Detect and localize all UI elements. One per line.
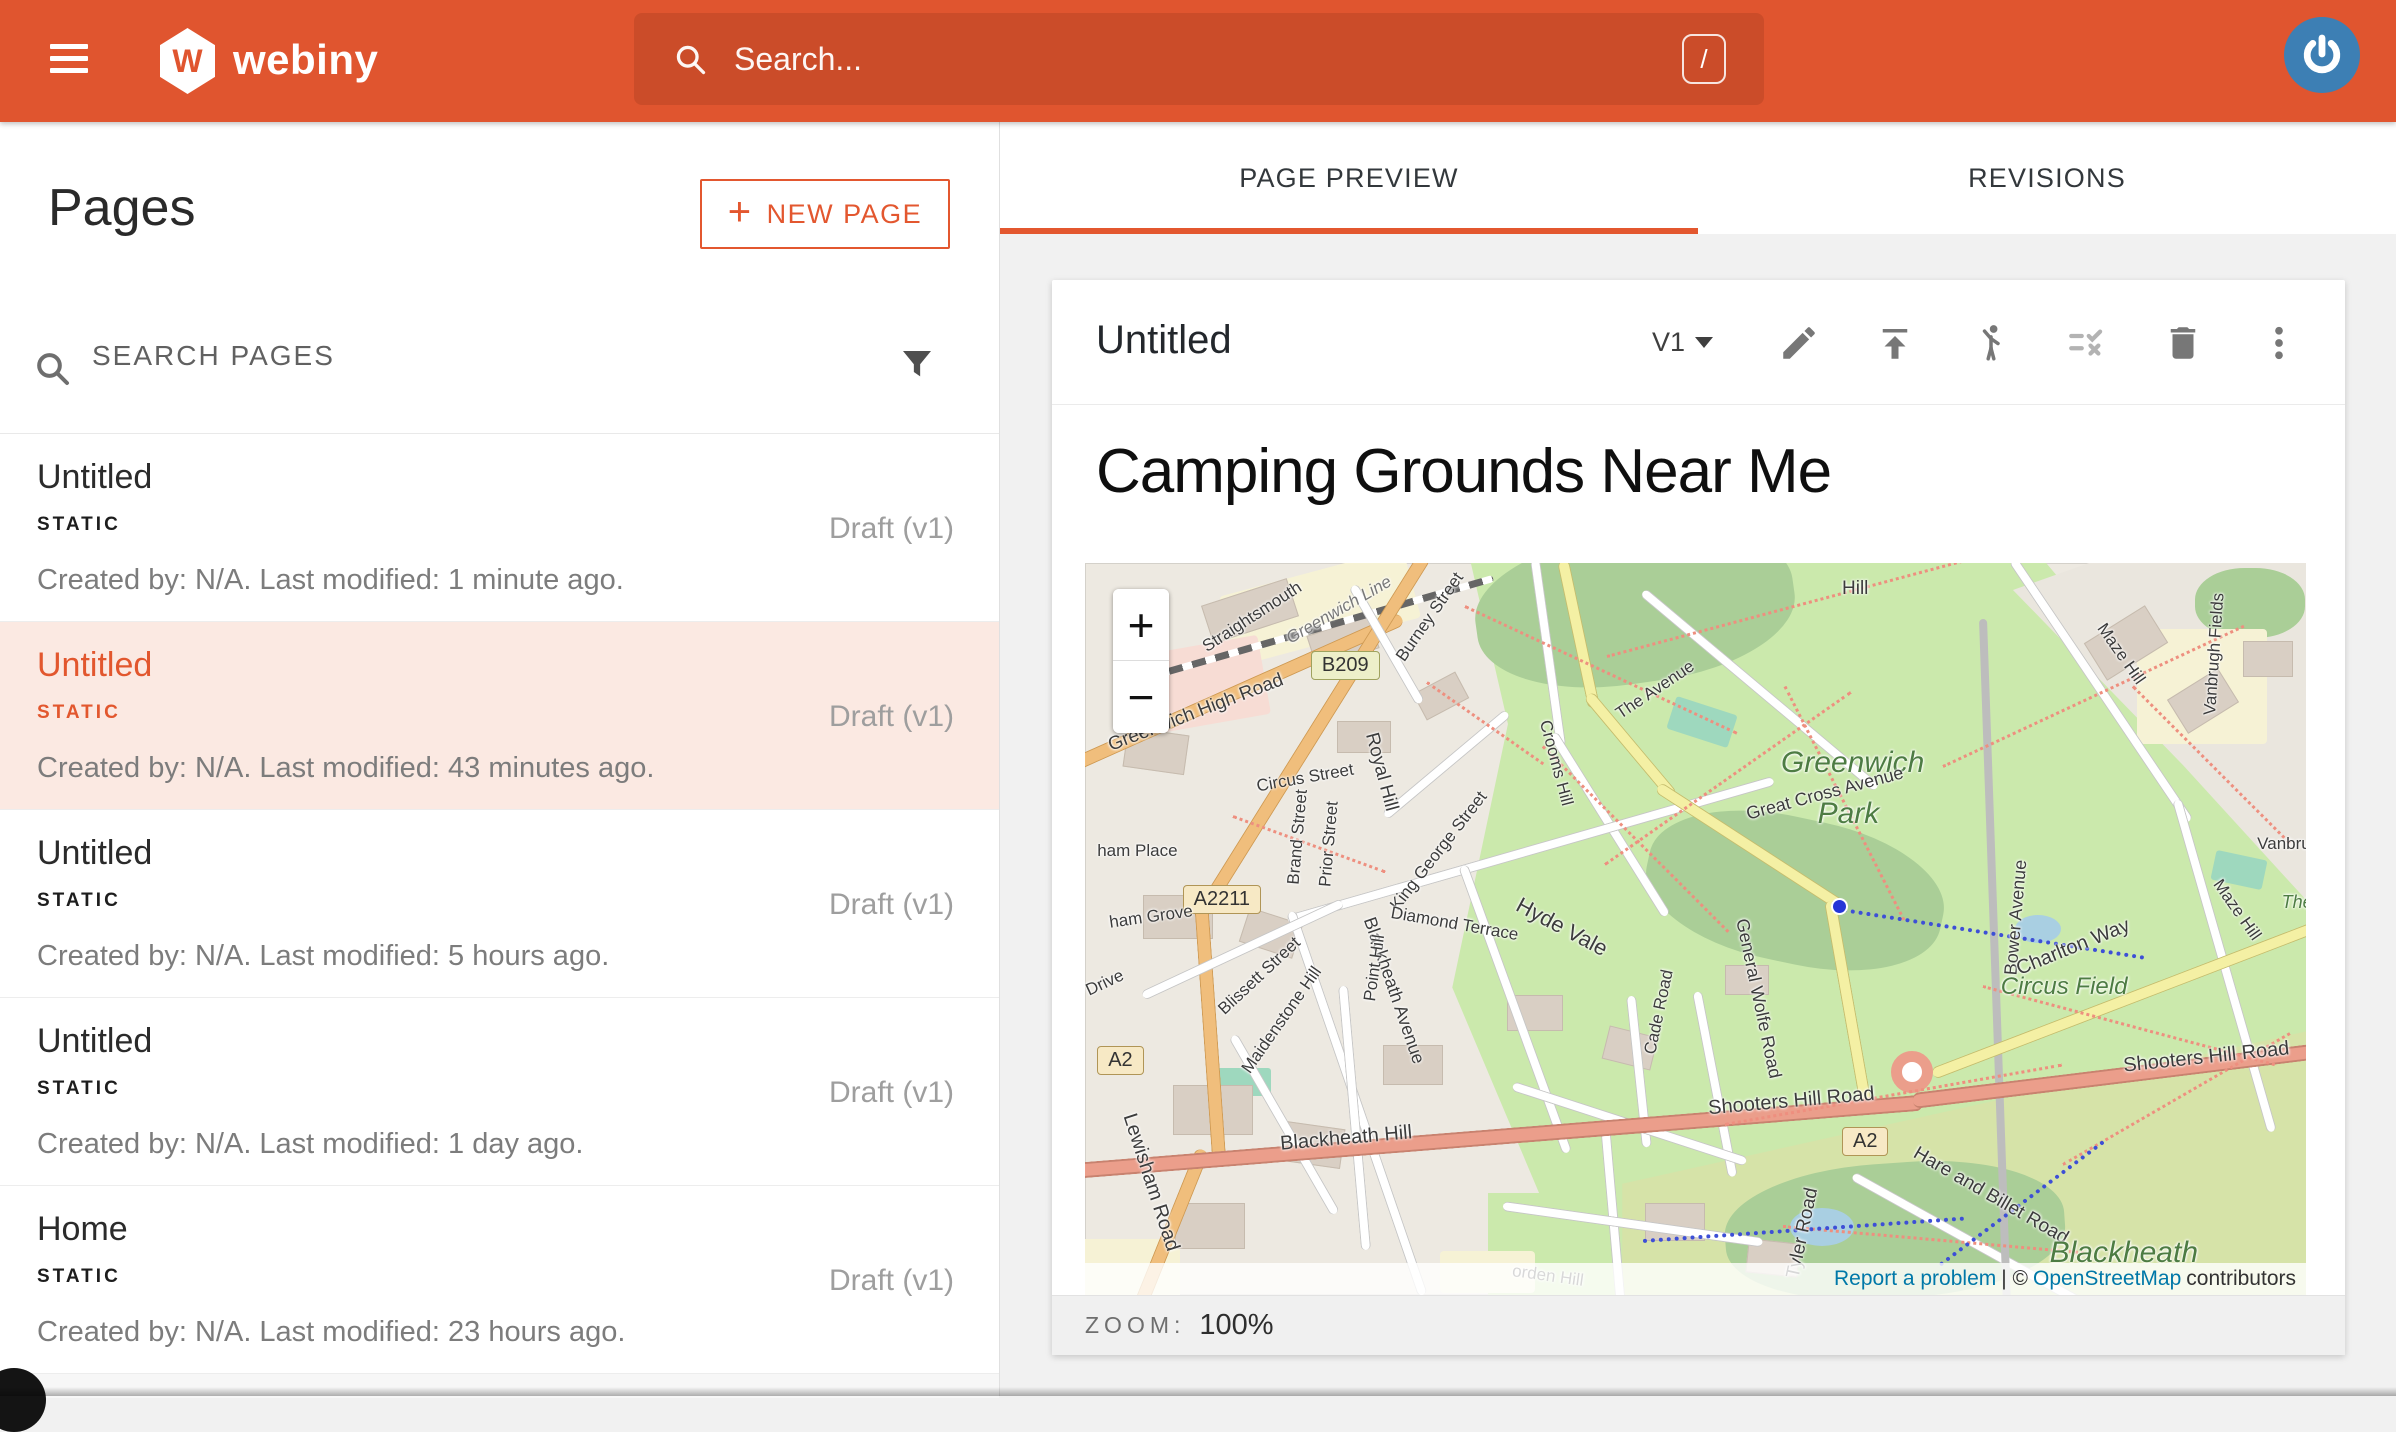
edit-button[interactable] xyxy=(1771,315,1827,371)
status-badge: Draft (v1) xyxy=(829,888,954,922)
list-item-meta: Created by: N/A. Last modified: 5 hours … xyxy=(37,940,609,973)
rule-icon xyxy=(2066,322,2108,364)
map-label: Prior Street xyxy=(1316,800,1343,887)
list-item-title: Untitled xyxy=(37,458,152,497)
map-label: Vanbrugh xyxy=(2257,834,2306,854)
map-preview[interactable]: StraightsmouthGreenwich LineBurney Stree… xyxy=(1085,563,2306,1295)
pencil-icon xyxy=(1778,322,1820,364)
filter-icon xyxy=(896,344,938,386)
map-footpath xyxy=(1232,815,1385,873)
list-item-type-badge: STATIC xyxy=(37,514,121,536)
list-item[interactable]: Untitled STATIC Draft (v1) Created by: N… xyxy=(0,622,999,810)
menu-icon[interactable] xyxy=(50,44,88,78)
page-preview-card: Untitled V1 xyxy=(1052,280,2345,1355)
list-item-meta: Created by: N/A. Last modified: 1 day ag… xyxy=(37,1128,583,1161)
tab-revisions[interactable]: REVISIONS xyxy=(1698,122,2396,234)
map-label: A2 xyxy=(1842,1127,1888,1156)
map-zoom-out-button[interactable]: − xyxy=(1113,661,1169,733)
list-item-title: Home xyxy=(37,1210,128,1249)
kebab-menu-icon xyxy=(2258,322,2300,364)
zoom-value[interactable]: 100% xyxy=(1199,1309,1273,1342)
trash-icon xyxy=(2162,322,2204,364)
request-review-button[interactable] xyxy=(1963,315,2019,371)
list-item-type-badge: STATIC xyxy=(37,702,121,724)
map-label: Drive xyxy=(1085,965,1127,1000)
map-label: Hill xyxy=(1842,578,1868,600)
pages-list-panel: Pages + NEW PAGE Untitled STATIC Draft (… xyxy=(0,122,1000,1396)
publish-button[interactable] xyxy=(1867,315,1923,371)
page-list: Untitled STATIC Draft (v1) Created by: N… xyxy=(0,434,999,1374)
attribution-separator: | © xyxy=(2001,1267,2028,1291)
list-item-type-badge: STATIC xyxy=(37,890,121,912)
list-item[interactable]: Untitled STATIC Draft (v1) Created by: N… xyxy=(0,810,999,998)
map-label: Royal Hill xyxy=(1361,730,1403,813)
global-search[interactable]: / xyxy=(634,13,1764,105)
map-label: ham Place xyxy=(1097,841,1177,861)
list-item[interactable]: Untitled STATIC Draft (v1) Created by: N… xyxy=(0,434,999,622)
map-zoom-control: + − xyxy=(1113,589,1169,733)
pages-search-row xyxy=(0,300,999,434)
page-content-heading: Camping Grounds Near Me xyxy=(1096,436,1831,507)
list-item-meta: Created by: N/A. Last modified: 23 hours… xyxy=(37,1316,625,1349)
map-label: The xyxy=(2282,892,2306,913)
list-next-row-partial xyxy=(0,1374,999,1398)
status-badge: Draft (v1) xyxy=(829,1264,954,1298)
person-icon xyxy=(1970,322,2012,364)
app-header: W webiny / xyxy=(0,0,2396,122)
status-badge: Draft (v1) xyxy=(829,700,954,734)
search-icon xyxy=(672,41,708,77)
plus-icon: + xyxy=(728,190,753,235)
new-page-button[interactable]: + NEW PAGE xyxy=(700,179,950,249)
zoom-label: ZOOM: xyxy=(1085,1312,1185,1339)
openstreetmap-link[interactable]: OpenStreetMap xyxy=(2033,1267,2181,1291)
list-item-title: Untitled xyxy=(37,646,152,685)
requested-changes-button[interactable] xyxy=(2059,315,2115,371)
list-item[interactable]: Untitled STATIC Draft (v1) Created by: N… xyxy=(0,998,999,1186)
map-label: A2 xyxy=(1097,1046,1143,1075)
list-item-meta: Created by: N/A. Last modified: 1 minute… xyxy=(37,564,624,597)
webiny-logo-icon[interactable]: W xyxy=(160,28,215,94)
brand-wordmark: webiny xyxy=(233,36,378,84)
card-header: Untitled V1 xyxy=(1052,280,2345,405)
version-dropdown[interactable]: V1 xyxy=(1652,327,1713,358)
chevron-down-icon xyxy=(1695,337,1713,348)
map-building xyxy=(2243,641,2293,677)
more-options-button[interactable] xyxy=(2251,315,2307,371)
publish-icon xyxy=(1874,322,1916,364)
tab-page-preview[interactable]: PAGE PREVIEW xyxy=(1000,122,1698,234)
card-toolbar: V1 xyxy=(1652,280,2307,405)
list-item-meta: Created by: N/A. Last modified: 43 minut… xyxy=(37,752,654,785)
search-shortcut-badge: / xyxy=(1682,34,1726,84)
page-title: Pages xyxy=(48,178,195,238)
status-badge: Draft (v1) xyxy=(829,1076,954,1110)
attribution-suffix: contributors xyxy=(2186,1267,2296,1291)
list-item-title: Untitled xyxy=(37,834,152,873)
map-zoom-in-button[interactable]: + xyxy=(1113,589,1169,661)
delete-button[interactable] xyxy=(2155,315,2211,371)
user-avatar[interactable] xyxy=(2284,17,2360,93)
filter-button[interactable] xyxy=(893,342,941,390)
map-label: Circus Field xyxy=(2001,973,2128,1001)
list-item-type-badge: STATIC xyxy=(37,1078,121,1100)
active-tab-underline xyxy=(1000,228,1698,234)
power-icon xyxy=(2298,31,2346,79)
preview-zoom-bar: ZOOM: 100% xyxy=(1052,1295,2345,1355)
search-icon xyxy=(32,348,72,388)
document-title: Untitled xyxy=(1096,318,1232,363)
pages-search-input[interactable] xyxy=(92,340,792,372)
map-attribution: Report a problem | © OpenStreetMap contr… xyxy=(1085,1263,2306,1295)
map-label: Brand Street xyxy=(1283,788,1311,885)
report-problem-link[interactable]: Report a problem xyxy=(1834,1267,1996,1291)
status-badge: Draft (v1) xyxy=(829,512,954,546)
pages-header: Pages + NEW PAGE xyxy=(0,122,999,300)
list-item-title: Untitled xyxy=(37,1022,152,1061)
preview-tabbar: PAGE PREVIEW REVISIONS xyxy=(1000,122,2396,234)
list-item[interactable]: Home STATIC Draft (v1) Created by: N/A. … xyxy=(0,1186,999,1374)
global-search-input[interactable] xyxy=(734,41,1682,78)
page-preview-panel: PAGE PREVIEW REVISIONS Untitled V1 xyxy=(1000,122,2396,1396)
map-label: B209 xyxy=(1311,651,1380,680)
list-item-type-badge: STATIC xyxy=(37,1266,121,1288)
map-label: A2211 xyxy=(1183,885,1261,914)
